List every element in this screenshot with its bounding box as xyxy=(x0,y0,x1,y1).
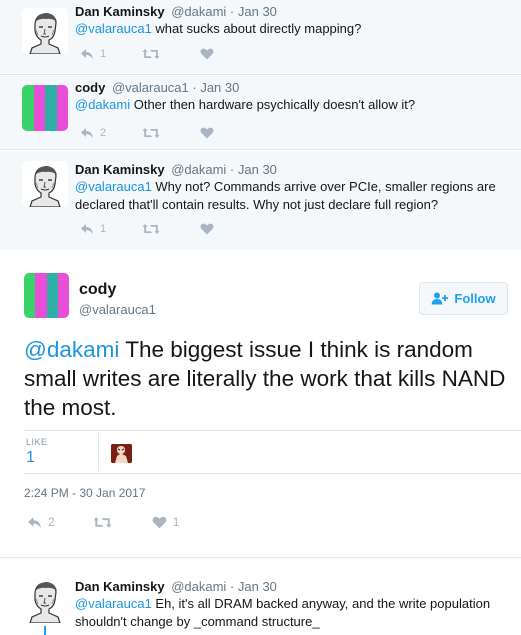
avatar-cody[interactable] xyxy=(24,273,69,318)
reply-tweet-4[interactable]: Dan Kaminsky @dakami · Jan 30 @valarauca… xyxy=(0,566,521,635)
like-button[interactable] xyxy=(200,223,214,235)
tweet-text: @valarauca1 Eh, it's all DRAM backed any… xyxy=(75,596,491,629)
reply-button[interactable]: 1 xyxy=(80,223,106,235)
reply-button[interactable]: 1 xyxy=(80,48,106,60)
tweet-text: @dakami Other then hardware psychically … xyxy=(75,97,416,112)
tweet-actions: 1 xyxy=(80,48,242,60)
reply-button[interactable]: 2 xyxy=(80,127,106,139)
like-icon xyxy=(152,516,167,528)
like-button[interactable] xyxy=(200,48,214,60)
avatar-dan-kaminsky[interactable] xyxy=(22,577,68,623)
tweet-text: @valarauca1 what sucks about directly ma… xyxy=(75,21,362,36)
like-button[interactable]: 1 xyxy=(152,515,180,529)
like-count: 1 xyxy=(172,515,180,529)
main-tweet-actions: 2 1 xyxy=(27,515,207,529)
reply-icon xyxy=(28,516,41,528)
reply-tweet-3[interactable]: Dan Kaminsky @dakami · Jan 30 @valarauca… xyxy=(0,151,521,250)
author-meta: @valarauca1 · Jan 30 xyxy=(111,80,240,95)
author-name[interactable]: cody xyxy=(79,281,116,299)
retweet-icon xyxy=(93,516,112,528)
avatar-cody[interactable] xyxy=(22,85,68,131)
avatar-dan-kaminsky[interactable] xyxy=(22,161,68,207)
author-handle[interactable]: @valarauca1 xyxy=(79,302,156,317)
like-icon xyxy=(200,127,214,139)
likes-label: LIKE xyxy=(26,437,48,447)
reply-icon xyxy=(81,128,93,138)
reply-count: 1 xyxy=(100,223,107,235)
follow-label: Follow xyxy=(454,291,496,306)
mention-link[interactable]: @dakami xyxy=(24,337,119,362)
retweet-icon xyxy=(142,224,160,234)
reply-count: 2 xyxy=(48,515,55,529)
follow-person-icon xyxy=(431,292,449,305)
tweet-actions: 1 xyxy=(80,223,242,235)
tweet-actions: 2 xyxy=(80,127,242,139)
retweet-button[interactable] xyxy=(142,127,160,139)
reply-icon xyxy=(81,224,93,234)
mention-link[interactable]: @valarauca1 xyxy=(75,596,152,611)
reply-tweet-2[interactable]: cody @valarauca1 · Jan 30 @dakami Other … xyxy=(0,76,521,150)
thread-connector xyxy=(44,626,46,635)
main-tweet-text: @dakami The biggest issue I think is ran… xyxy=(24,337,506,420)
likes-divider xyxy=(98,433,99,471)
likes-count[interactable]: 1 xyxy=(26,449,35,467)
like-icon xyxy=(200,223,214,235)
reply-icon xyxy=(81,49,93,59)
retweet-button[interactable] xyxy=(93,516,112,529)
mention-link[interactable]: @valarauca1 xyxy=(75,179,152,194)
retweet-icon xyxy=(142,128,160,138)
mention-link[interactable]: @valarauca1 xyxy=(75,21,152,36)
mention-link[interactable]: @dakami xyxy=(75,97,130,112)
likes-summary: LIKE 1 xyxy=(24,430,521,474)
retweet-button[interactable] xyxy=(142,48,160,60)
tweet-timestamp[interactable]: 2:24 PM - 30 Jan 2017 xyxy=(24,486,145,500)
retweet-icon xyxy=(142,49,160,59)
author-meta: @dakami · Jan 30 xyxy=(171,579,277,594)
retweet-button[interactable] xyxy=(142,223,160,235)
author-name[interactable]: Dan Kaminsky xyxy=(75,4,165,19)
avatar-dan-kaminsky[interactable] xyxy=(22,8,68,54)
like-button[interactable] xyxy=(200,127,214,139)
tweet-text: @valarauca1 Why not? Commands arrive ove… xyxy=(75,179,496,212)
reply-tweet-1[interactable]: Dan Kaminsky @dakami · Jan 30 @valarauca… xyxy=(0,0,521,75)
reply-count: 2 xyxy=(100,127,107,139)
follow-button[interactable]: Follow xyxy=(419,282,508,315)
author-name[interactable]: cody xyxy=(75,80,105,95)
like-icon xyxy=(200,48,214,60)
author-name[interactable]: Dan Kaminsky xyxy=(75,162,165,177)
reply-button[interactable]: 2 xyxy=(27,515,55,529)
author-meta: @dakami · Jan 30 xyxy=(171,4,277,19)
liker-avatar[interactable] xyxy=(111,444,132,463)
reply-count: 1 xyxy=(100,48,107,60)
author-meta: @dakami · Jan 30 xyxy=(171,162,277,177)
author-name[interactable]: Dan Kaminsky xyxy=(75,579,165,594)
